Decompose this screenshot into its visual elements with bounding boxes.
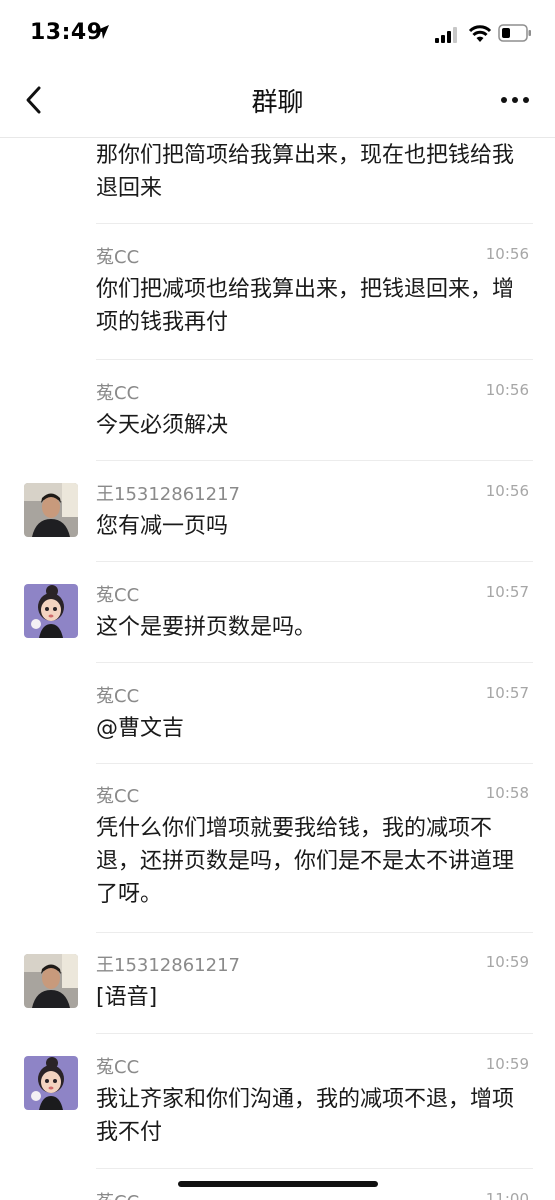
avatar[interactable] bbox=[24, 1056, 78, 1110]
location-arrow-icon bbox=[95, 25, 109, 39]
message-time: 10:57 bbox=[485, 583, 529, 601]
avatar[interactable] bbox=[24, 584, 78, 638]
nav-bar: 群聊 bbox=[0, 64, 555, 138]
battery-icon bbox=[498, 24, 531, 42]
wifi-icon bbox=[468, 25, 492, 42]
list-item[interactable]: 王15312861217 10:56 您有减一页吗 bbox=[0, 461, 555, 562]
message-sender: 菟CC bbox=[96, 786, 140, 807]
message-sender: 菟CC bbox=[96, 247, 140, 268]
list-item[interactable]: 菟CC 10:57 这个是要拼页数是吗。 bbox=[0, 562, 555, 663]
message-text: 那你们把简项给我算出来，现在也把钱给我退回来 bbox=[96, 143, 515, 201]
message-list[interactable]: 那你们把简项给我算出来，现在也把钱给我退回来 菟CC 10:56 你们把减项也给… bbox=[0, 139, 555, 1200]
message-sender: 菟CC bbox=[96, 383, 140, 404]
message-text: 您有减一页吗 bbox=[96, 514, 229, 539]
list-item[interactable]: 那你们把简项给我算出来，现在也把钱给我退回来 bbox=[0, 139, 555, 224]
message-sender: 菟CC bbox=[96, 686, 140, 707]
avatar[interactable] bbox=[24, 483, 78, 537]
home-indicator[interactable] bbox=[178, 1181, 378, 1187]
message-text: 这个是要拼页数是吗。 bbox=[96, 615, 317, 640]
message-text: 我让齐家和你们沟通，我的减项不退，增项我不付 bbox=[96, 1087, 515, 1145]
user-photo-avatar bbox=[24, 483, 78, 537]
more-dots-icon bbox=[501, 97, 529, 103]
message-time: 10:58 bbox=[485, 784, 529, 802]
cartoon-girl-avatar bbox=[24, 584, 78, 638]
message-sender: 王15312861217 bbox=[96, 484, 240, 505]
message-sender: 王15312861217 bbox=[96, 955, 240, 976]
message-time: 10:56 bbox=[485, 245, 529, 263]
message-text: 你们把减项也给我算出来，把钱退回来，增项的钱我再付 bbox=[96, 277, 515, 335]
list-item[interactable]: 菟CC 10:56 你们把减项也给我算出来，把钱退回来，增项的钱我再付 bbox=[0, 224, 555, 360]
message-text: @曹文吉 bbox=[96, 716, 185, 741]
status-time: 13:49 bbox=[30, 20, 103, 45]
message-time: 10:57 bbox=[485, 684, 529, 702]
status-bar: 13:49 bbox=[0, 0, 555, 64]
message-text: 今天必须解决 bbox=[96, 413, 229, 438]
voice-message[interactable]: [语音] bbox=[96, 981, 528, 1014]
list-item[interactable]: 菟CC 10:56 今天必须解决 bbox=[0, 360, 555, 461]
list-item[interactable]: 菟CC 10:57 @曹文吉 bbox=[0, 663, 555, 764]
page-title: 群聊 bbox=[251, 88, 304, 118]
user-photo-avatar bbox=[24, 954, 78, 1008]
message-sender: 菟CC bbox=[96, 1188, 139, 1200]
message-sender: 菟CC bbox=[96, 585, 140, 606]
cellular-signal-icon bbox=[435, 27, 457, 43]
list-item[interactable]: 菟CC 10:59 我让齐家和你们沟通，我的减项不退，增项我不付 bbox=[0, 1034, 555, 1169]
more-options-button[interactable] bbox=[497, 86, 533, 114]
message-time: 10:56 bbox=[485, 381, 529, 399]
message-sender: 菟CC bbox=[96, 1057, 140, 1078]
list-item[interactable]: 菟CC 10:58 凭什么你们增项就要我给钱，我的减项不退，还拼页数是吗，你们是… bbox=[0, 763, 555, 933]
cartoon-girl-avatar bbox=[24, 1056, 78, 1110]
message-text: 凭什么你们增项就要我给钱，我的减项不退，还拼页数是吗，你们是不是太不讲道理了呀。 bbox=[96, 816, 515, 907]
message-time: 10:56 bbox=[485, 482, 529, 500]
list-item[interactable]: 王15312861217 10:59 [语音] bbox=[0, 932, 555, 1034]
avatar[interactable] bbox=[24, 954, 78, 1008]
message-time: 11:00 bbox=[485, 1190, 529, 1200]
message-time: 10:59 bbox=[485, 953, 529, 971]
message-time: 10:59 bbox=[485, 1055, 529, 1073]
